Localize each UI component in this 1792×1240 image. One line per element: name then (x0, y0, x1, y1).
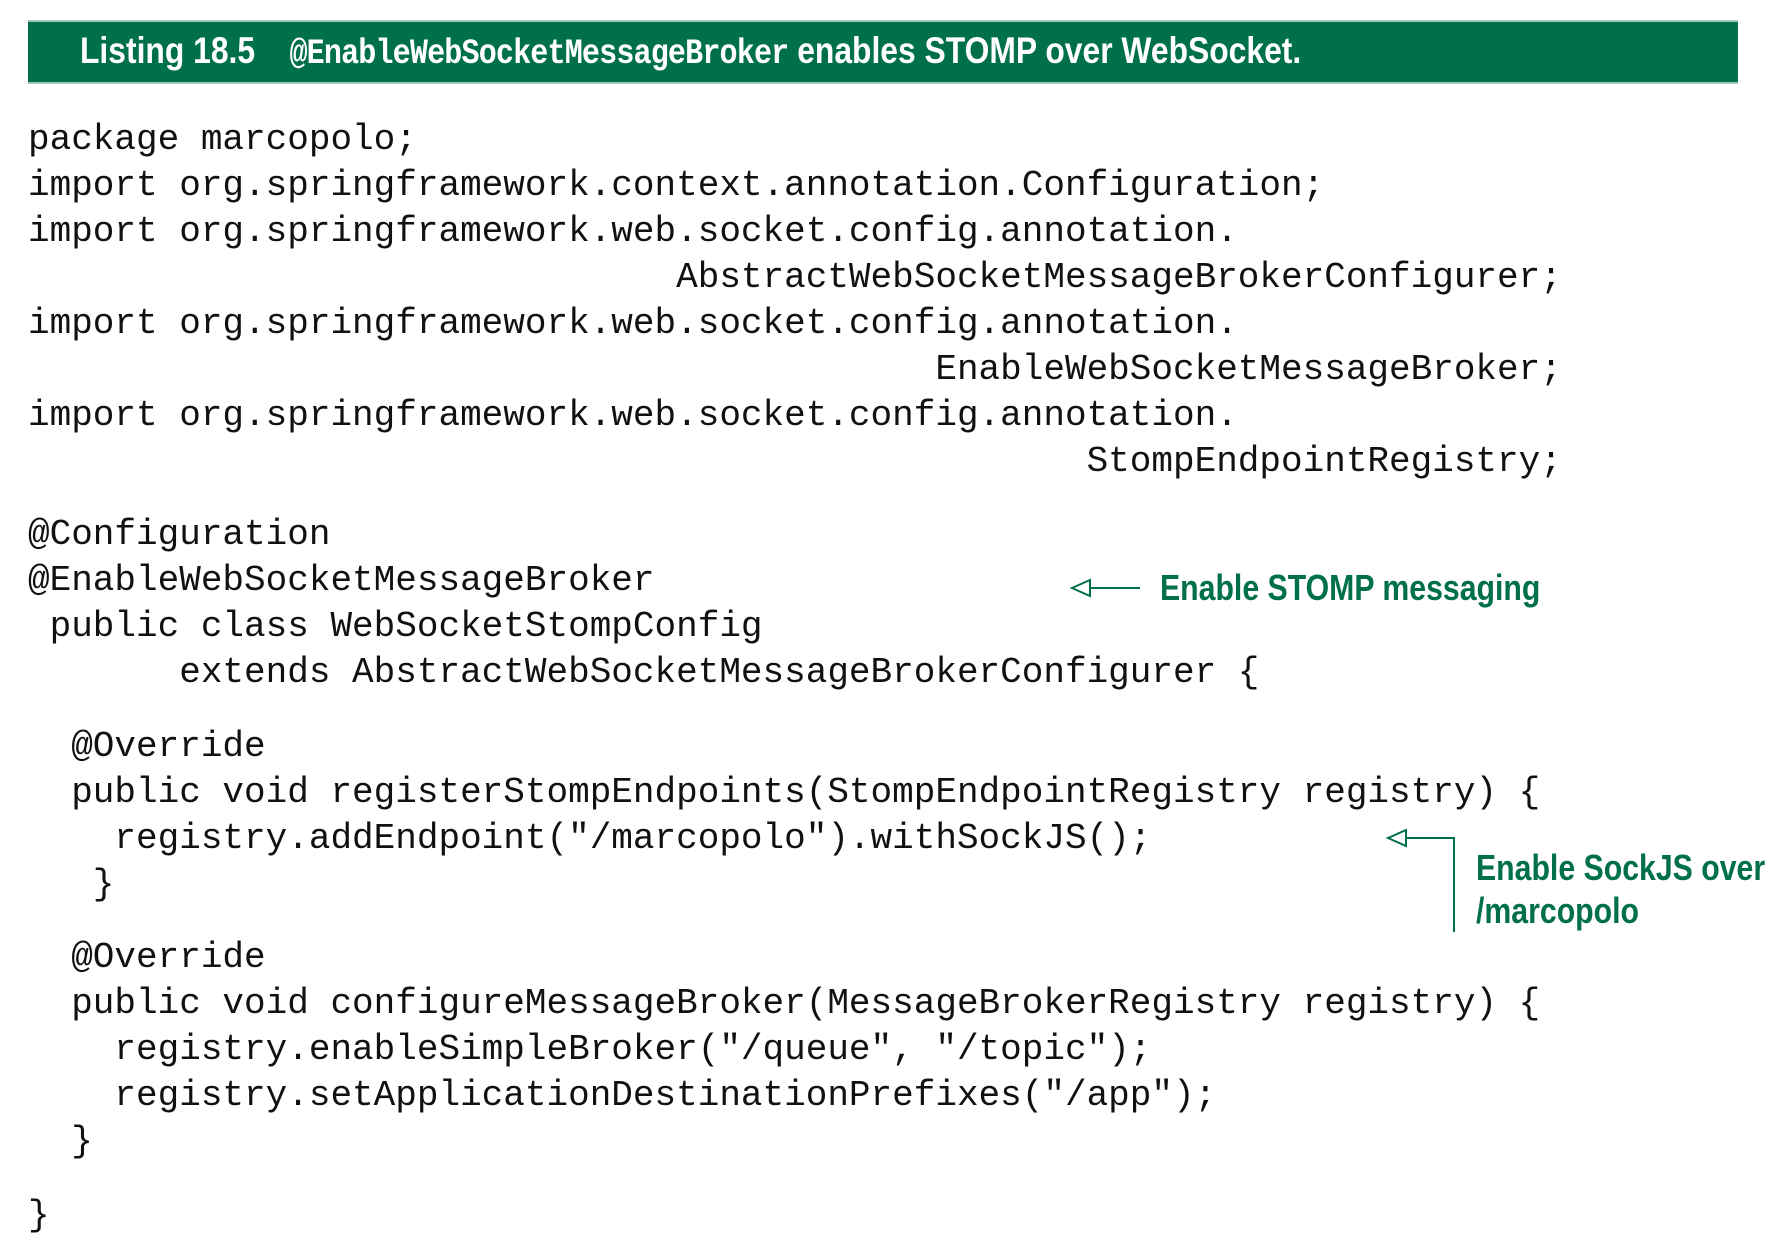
arrow-left-icon (1069, 578, 1091, 598)
arrow-left-icon (1385, 828, 1407, 848)
annotation-sockjs-line1: Enable SockJS over (1476, 847, 1766, 888)
annotation-stomp: Enable STOMP messaging (1160, 567, 1541, 608)
annotation-arrows (1069, 578, 1455, 932)
annotation-sockjs-line2: /marcopolo (1476, 890, 1639, 931)
arrow-line-sockjs (1404, 837, 1455, 932)
